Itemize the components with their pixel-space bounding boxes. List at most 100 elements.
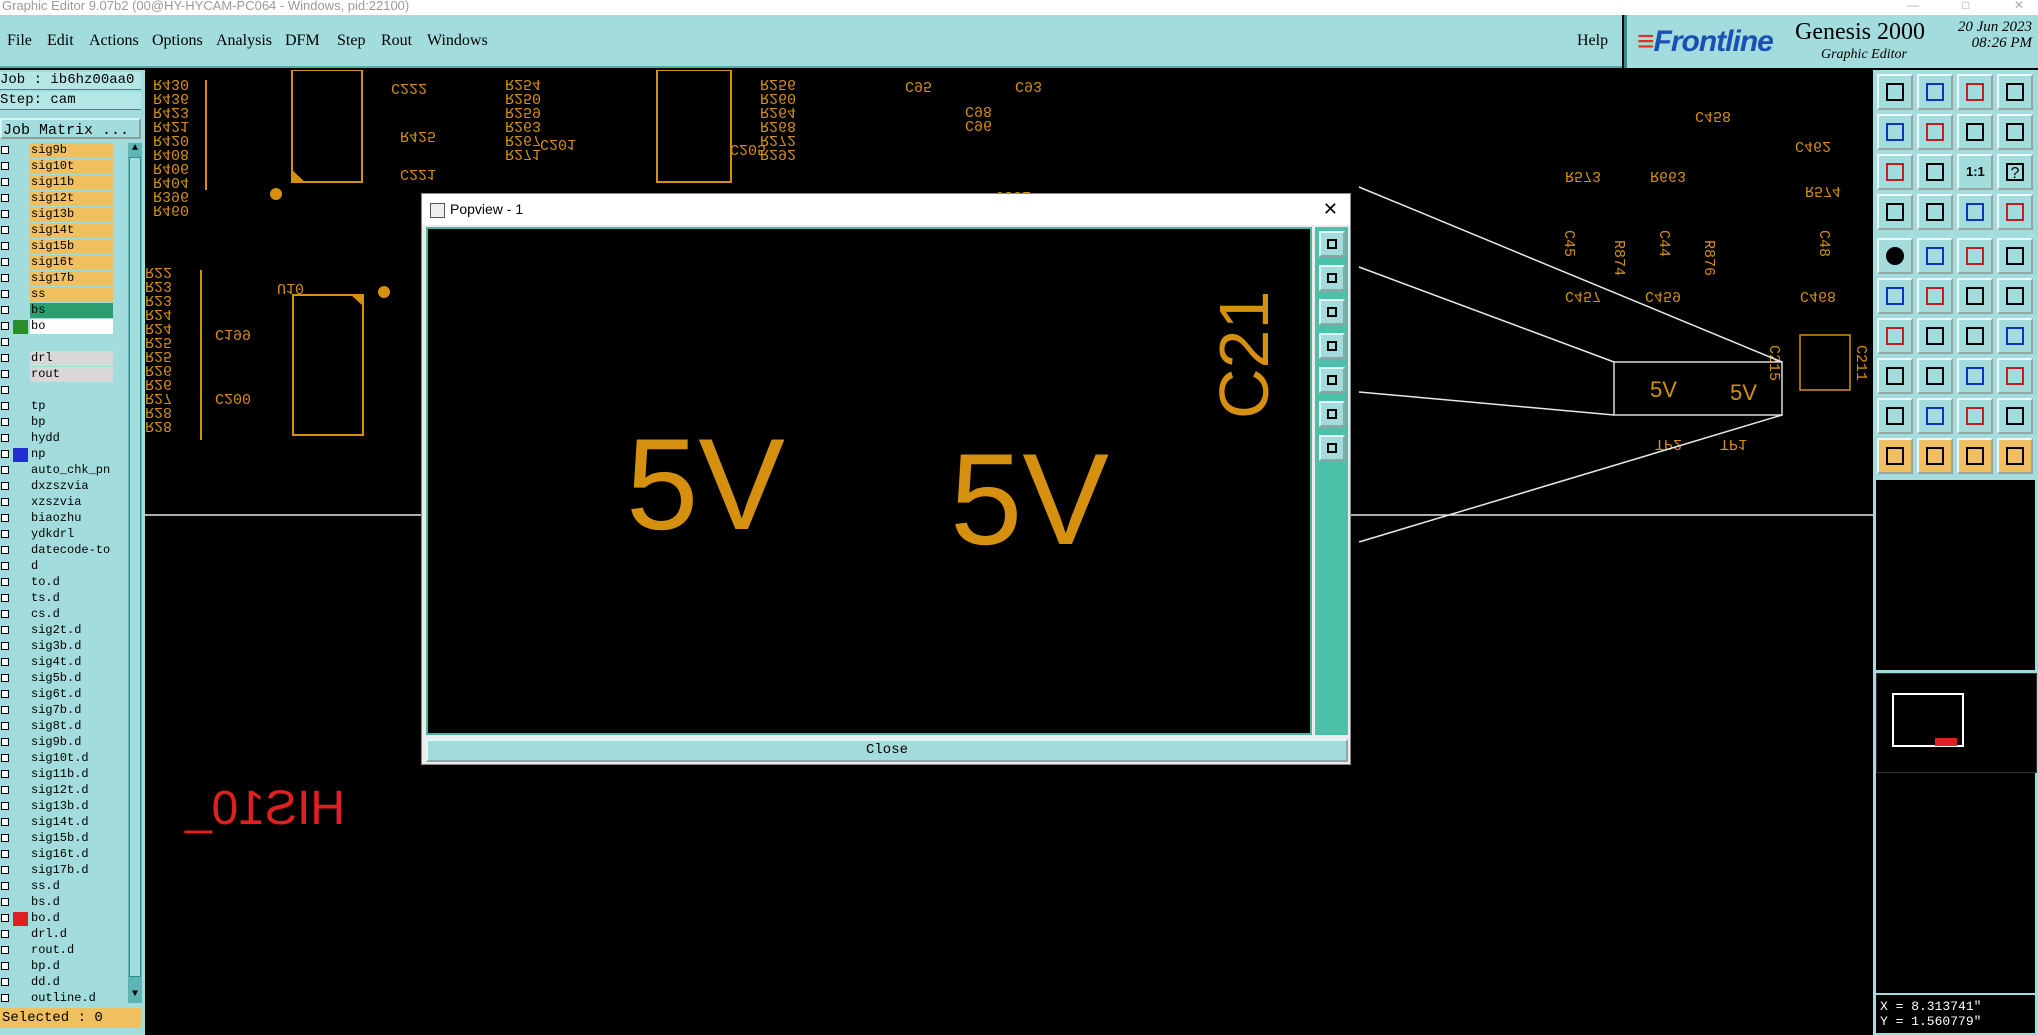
layer-color-swatch[interactable]	[13, 992, 28, 1003]
menu-file[interactable]: File	[7, 32, 32, 50]
mirror-button[interactable]	[1997, 278, 2033, 314]
route-button[interactable]	[1997, 438, 2033, 474]
layer-row[interactable]: ss	[0, 287, 125, 303]
layer-color-swatch[interactable]	[13, 896, 28, 910]
layer-row[interactable]: rout	[0, 367, 125, 383]
layer-color-swatch[interactable]	[13, 736, 28, 750]
draw-curve-button[interactable]	[1997, 398, 2033, 434]
connect-button[interactable]	[1917, 318, 1953, 354]
layer-color-swatch[interactable]	[13, 688, 28, 702]
layer-color-swatch[interactable]	[13, 240, 28, 254]
layer-color-swatch[interactable]	[13, 416, 28, 430]
layer-row[interactable]: sig10t	[0, 159, 125, 175]
layer-row[interactable]: sig9b	[0, 143, 125, 159]
layer-checkbox[interactable]	[1, 626, 9, 634]
layer-row[interactable]: sig8t.d	[0, 719, 125, 735]
maximize-icon[interactable]: □	[1960, 0, 1969, 11]
layer-checkbox[interactable]	[1, 994, 9, 1002]
layer-row[interactable]: xzszvia	[0, 495, 125, 511]
select-button[interactable]	[1877, 438, 1913, 474]
layer-row[interactable]: sig4t.d	[0, 655, 125, 671]
popview-zoom-fit-button[interactable]	[1319, 231, 1345, 257]
layer-row[interactable]: bo	[0, 319, 125, 335]
layer-checkbox[interactable]	[1, 690, 9, 698]
layer-checkbox[interactable]	[1, 658, 9, 666]
layer-checkbox[interactable]	[1, 770, 9, 778]
layer-checkbox[interactable]	[1, 946, 9, 954]
layer-color-swatch[interactable]	[13, 288, 28, 302]
layer-row[interactable]: sig15b	[0, 239, 125, 255]
draw-polygon-button[interactable]	[1917, 398, 1953, 434]
cut-button[interactable]	[1917, 358, 1953, 394]
layer-row[interactable]: sig16t.d	[0, 847, 125, 863]
layer-checkbox[interactable]	[1, 210, 9, 218]
popview-zoom-area-button[interactable]	[1319, 401, 1345, 427]
layer-color-swatch[interactable]	[13, 352, 28, 366]
layer-row[interactable]: ts.d	[0, 591, 125, 607]
layer-row[interactable]: drl.d	[0, 927, 125, 943]
layer-color-swatch[interactable]	[13, 432, 28, 446]
layer-row[interactable]: sig11b.d	[0, 767, 125, 783]
menu-windows[interactable]: Windows	[427, 32, 488, 50]
layer-checkbox[interactable]	[1, 738, 9, 746]
layer-row[interactable]: drl	[0, 351, 125, 367]
layer-row[interactable]: dxzszvia	[0, 479, 125, 495]
layer-color-swatch[interactable]	[13, 832, 28, 846]
layer-color-swatch[interactable]	[13, 864, 28, 878]
layer-color-swatch[interactable]	[13, 752, 28, 766]
zoom-next-button[interactable]	[1997, 114, 2033, 150]
layer-checkbox[interactable]	[1, 610, 9, 618]
layer-row[interactable]: sig14t.d	[0, 815, 125, 831]
layer-checkbox[interactable]	[1, 434, 9, 442]
menu-actions[interactable]: Actions	[89, 32, 139, 50]
layer-checkbox[interactable]	[1, 386, 9, 394]
layer-checkbox[interactable]	[1, 306, 9, 314]
layer-row[interactable]: bs	[0, 303, 125, 319]
snap-mode-button[interactable]	[1997, 194, 2033, 230]
add-pad-button[interactable]	[1877, 238, 1913, 274]
move-button[interactable]	[1877, 278, 1913, 314]
minimap[interactable]	[1876, 673, 2037, 773]
layer-checkbox[interactable]	[1, 850, 9, 858]
layer-color-swatch[interactable]	[13, 944, 28, 958]
menu-analysis[interactable]: Analysis	[216, 32, 272, 50]
layer-checkbox[interactable]	[1, 818, 9, 826]
center-button[interactable]	[1917, 154, 1953, 190]
layer-color-swatch[interactable]	[13, 928, 28, 942]
layer-checkbox[interactable]	[1, 354, 9, 362]
layer-checkbox[interactable]	[1, 546, 9, 554]
layer-color-swatch[interactable]	[13, 368, 28, 382]
menu-edit[interactable]: Edit	[47, 32, 74, 50]
select-feature-button[interactable]	[1957, 438, 1993, 474]
layer-checkbox[interactable]	[1, 146, 9, 154]
layer-color-swatch[interactable]	[13, 528, 28, 542]
layer-checkbox[interactable]	[1, 898, 9, 906]
attributes-button[interactable]	[1997, 358, 2033, 394]
layer-row[interactable]: bp.d	[0, 959, 125, 975]
layer-checkbox[interactable]	[1, 290, 9, 298]
layer-color-swatch[interactable]	[13, 560, 28, 574]
zoom-home-button[interactable]	[1877, 74, 1913, 110]
layer-row[interactable]: biaozhu	[0, 511, 125, 527]
scroll-down-icon[interactable]: ▼	[128, 989, 142, 1003]
layer-row[interactable]: sig3b.d	[0, 639, 125, 655]
layer-color-swatch[interactable]	[13, 656, 28, 670]
popview-move-button[interactable]	[1319, 435, 1345, 461]
popview-zoom-out-button[interactable]	[1319, 299, 1345, 325]
job-matrix-button[interactable]: Job Matrix ...	[0, 118, 141, 139]
select-point-button[interactable]	[1917, 438, 1953, 474]
split-button[interactable]	[1997, 318, 2033, 354]
layer-color-swatch[interactable]	[13, 448, 28, 462]
layer-checkbox[interactable]	[1, 930, 9, 938]
popview-title-bar[interactable]: Popview - 1 ✕	[422, 194, 1350, 225]
layer-checkbox[interactable]	[1, 258, 9, 266]
layer-row[interactable]: sig10t.d	[0, 751, 125, 767]
draw-line-button[interactable]	[1877, 398, 1913, 434]
layer-row[interactable]: sig13b	[0, 207, 125, 223]
layer-checkbox[interactable]	[1, 962, 9, 970]
layer-color-swatch[interactable]	[13, 848, 28, 862]
zoom-window-button[interactable]	[1997, 74, 2033, 110]
layer-color-swatch[interactable]	[13, 912, 28, 926]
layer-color-swatch[interactable]	[13, 160, 28, 174]
layer-color-swatch[interactable]	[13, 608, 28, 622]
